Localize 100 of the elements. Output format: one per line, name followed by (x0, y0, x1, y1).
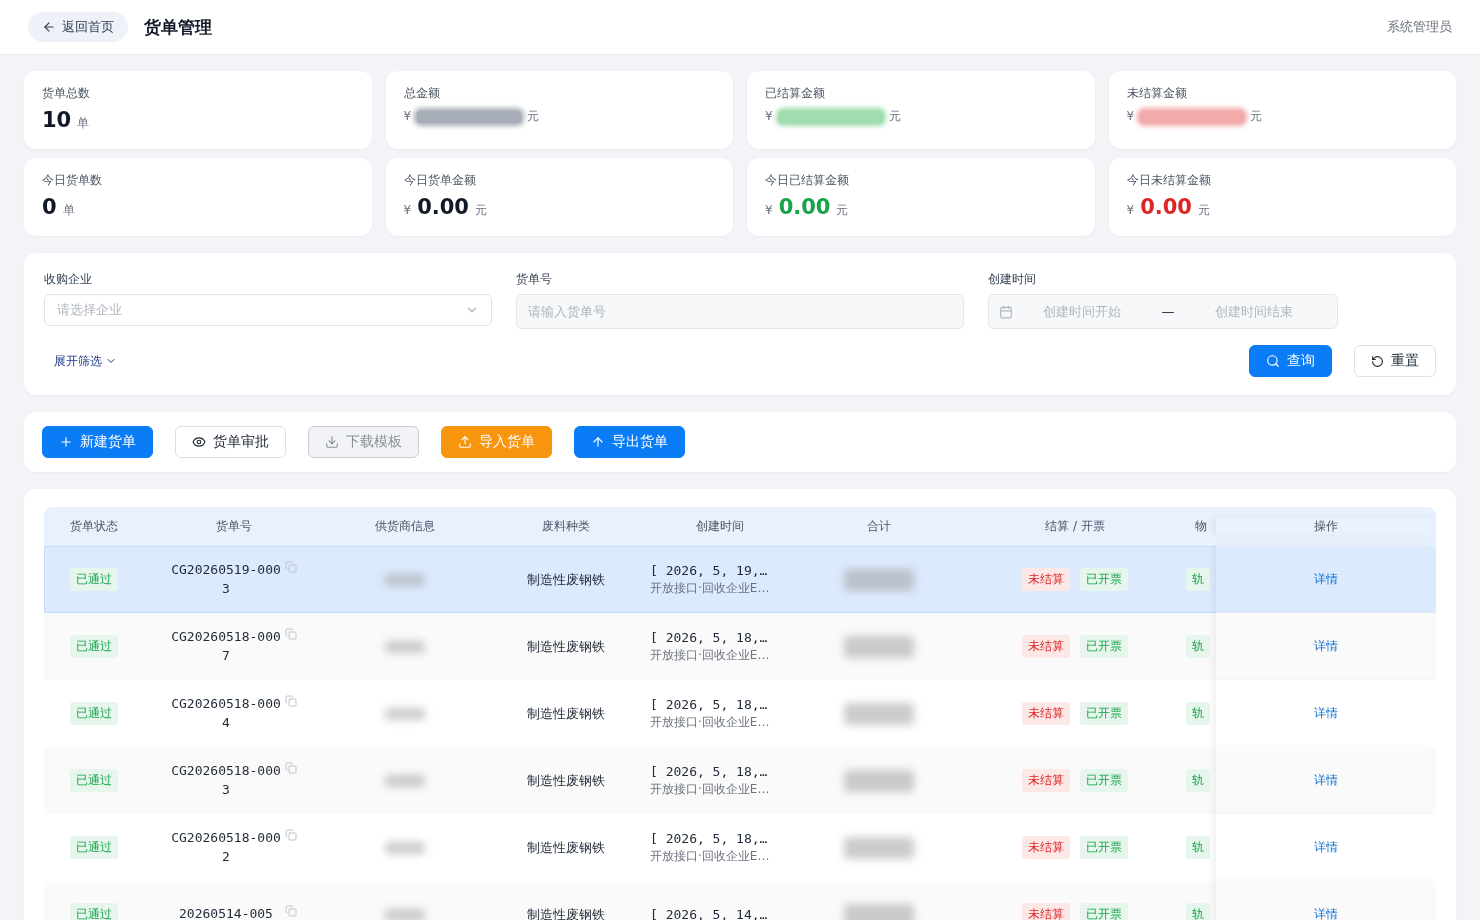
date-range-field[interactable]: 创建时间开始 — 创建时间结束 (988, 294, 1338, 329)
order-number: CG20260518-0003 (171, 761, 281, 799)
stat-label: 总金额 (403, 85, 441, 102)
reset-icon (1371, 354, 1384, 368)
stat-unit: 元 (836, 202, 849, 219)
logistics-tag: 轨 (1186, 635, 1210, 658)
field-label: 货单号 (516, 271, 553, 288)
page-title: 货单管理 (144, 15, 212, 39)
expand-filter-link[interactable]: 展开筛选 (44, 352, 127, 370)
column-header: 操作 (1216, 518, 1436, 535)
detail-link[interactable]: 详情 (1314, 839, 1338, 856)
search-icon (1266, 354, 1280, 368)
detail-link[interactable]: 详情 (1314, 906, 1338, 920)
status-tag: 已通过 (70, 903, 118, 920)
stat-label: 未结算金额 (1126, 85, 1188, 102)
detail-link[interactable]: 详情 (1314, 705, 1338, 722)
stat-label: 今日货单金额 (403, 172, 477, 189)
stat-label: 今日货单数 (42, 172, 103, 189)
stat-unit: 元 (1197, 202, 1210, 219)
column-header: 供货商信息 (373, 518, 436, 535)
toolbar-button[interactable]: 新建货单 (42, 426, 153, 458)
stat-unit: 元 (474, 202, 487, 219)
invoice-tag: 已开票 (1080, 635, 1128, 658)
stat-unit: 元 (1250, 108, 1263, 125)
created-time: [ 2026, 5, 14,… (650, 907, 768, 920)
blurred-value (384, 841, 425, 854)
copy-icon[interactable] (284, 905, 297, 918)
status-tag: 已通过 (70, 702, 118, 725)
blurred-value (844, 836, 914, 859)
status-tag: 已通过 (70, 568, 118, 591)
column-header: 货单号 (215, 518, 253, 535)
copy-icon[interactable] (284, 560, 297, 573)
column-header: 物 (1194, 518, 1208, 535)
order-number: CG20260518-0007 (171, 627, 281, 665)
currency-sign: ¥ (1126, 203, 1135, 217)
waste-type: 制造性废钢铁 (526, 771, 605, 790)
settlement-tag: 未结算 (1022, 836, 1070, 859)
order-number-field[interactable]: 请输入货单号 (516, 294, 964, 329)
detail-link[interactable]: 详情 (1314, 772, 1338, 789)
calendar-icon (999, 304, 1013, 319)
table-row[interactable]: 已通过 CG20260518-0007 制造性废钢铁 [ 2026, 5, 18,… 开放接口·回收企业E… 未结算 已开票 轨 详情 (44, 613, 1436, 680)
download-icon (325, 435, 339, 449)
column-header: 货单状态 (69, 518, 119, 535)
order-number: CG20260519-0003 (171, 560, 281, 598)
created-time: [ 2026, 5, 18,… (650, 830, 769, 846)
eye-icon (192, 435, 206, 449)
detail-link[interactable]: 详情 (1314, 638, 1338, 655)
copy-icon[interactable] (284, 627, 297, 640)
query-button[interactable]: 查询 (1249, 345, 1332, 377)
source-text: 开放接口·回收企业E… (650, 646, 770, 664)
logistics-tag: 轨 (1186, 568, 1210, 591)
stat-label: 已结算金额 (765, 85, 826, 102)
stat-label: 今日已结算金额 (765, 172, 850, 189)
blurred-value (384, 640, 425, 653)
created-time: [ 2026, 5, 19,… (650, 562, 769, 578)
blurred-value (384, 573, 425, 586)
waste-type: 制造性废钢铁 (526, 905, 605, 920)
table-row[interactable]: 已通过 CG20260518-0003 制造性废钢铁 [ 2026, 5, 18,… 开放接口·回收企业E… 未结算 已开票 轨 详情 (44, 747, 1436, 814)
reset-button[interactable]: 重置 (1354, 345, 1436, 377)
settlement-tag: 未结算 (1022, 769, 1070, 792)
table-row[interactable]: 已通过 20260514-005 制造性废钢铁 [ 2026, 5, 14,… 未结算 已开票 轨 详情 (44, 881, 1436, 920)
stat-unit: 单 (62, 202, 75, 219)
currency-sign: ¥ (765, 203, 773, 217)
stat-value: 0.00 (778, 195, 831, 219)
blurred-value (384, 908, 425, 920)
copy-icon[interactable] (284, 761, 297, 774)
detail-link[interactable]: 详情 (1314, 571, 1338, 588)
source-text: 开放接口·回收企业E… (650, 847, 770, 865)
column-header: 结算 / 开票 (1044, 518, 1106, 535)
order-number: CG20260518-0002 (171, 828, 281, 866)
stat-value: 0 (42, 195, 57, 219)
toolbar-button[interactable]: 货单审批 (175, 426, 286, 458)
invoice-tag: 已开票 (1080, 903, 1128, 920)
logistics-tag: 轨 (1186, 903, 1210, 920)
stat-value: 0.00 (417, 195, 469, 219)
logistics-tag: 轨 (1186, 836, 1210, 859)
copy-icon[interactable] (284, 694, 297, 707)
currency-sign: ¥ (403, 203, 412, 217)
invoice-tag: 已开票 (1080, 568, 1128, 591)
back-button[interactable]: 返回首页 (28, 12, 128, 42)
upload-icon (458, 435, 472, 449)
column-header: 废料种类 (540, 518, 591, 535)
copy-icon[interactable] (284, 828, 297, 841)
status-tag: 已通过 (70, 836, 118, 859)
blurred-value (844, 769, 914, 792)
column-header: 创建时间 (695, 518, 745, 535)
plus-icon (59, 435, 73, 449)
toolbar-button[interactable]: 导出货单 (574, 426, 685, 458)
stat-label: 货单总数 (42, 85, 91, 102)
order-number: CG20260518-0004 (171, 694, 281, 732)
settlement-tag: 未结算 (1022, 702, 1070, 725)
created-time: [ 2026, 5, 18,… (650, 696, 769, 712)
blurred-value (844, 635, 914, 658)
field-label: 收购企业 (44, 271, 93, 288)
created-time: [ 2026, 5, 18,… (650, 629, 769, 645)
logistics-tag: 轨 (1186, 769, 1210, 792)
order-number: 20260514-005 (178, 905, 274, 920)
table-row[interactable]: 已通过 CG20260519-0003 制造性废钢铁 [ 2026, 5, 19,… 开放接口·回收企业E… 未结算 已开票 轨 详情 (44, 546, 1436, 613)
invoice-tag: 已开票 (1080, 836, 1128, 859)
stat-unit: 元 (527, 108, 540, 125)
